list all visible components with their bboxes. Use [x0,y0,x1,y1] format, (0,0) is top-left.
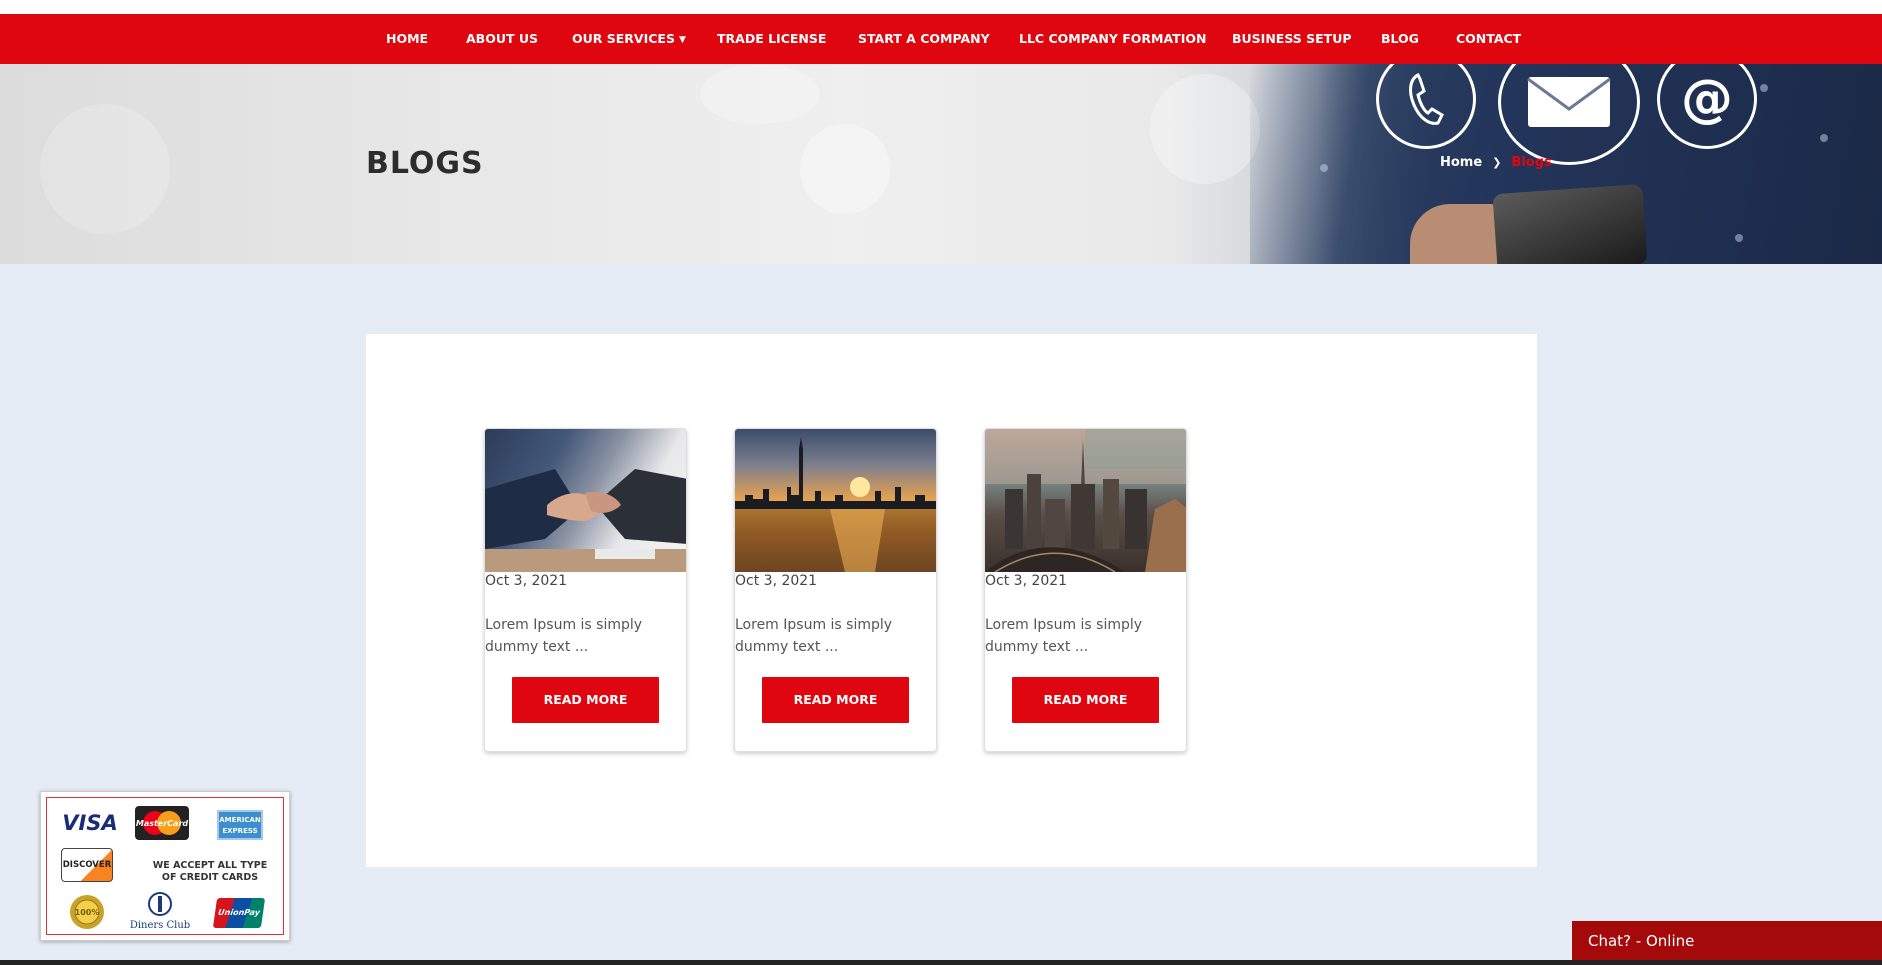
smartphone-image [1492,183,1648,264]
blog-card-date: Oct 3, 2021 [735,573,818,589]
svg-text:100%: 100% [75,908,100,917]
mastercard-logo: MasterCard [135,806,189,840]
american-express-logo-text: AMERICAN EXPRESS [219,816,261,835]
network-dot [1820,134,1828,142]
chevron-right-icon: ❯ [1492,156,1502,169]
network-dot [1760,84,1768,92]
bokeh-light [1150,74,1260,184]
blog-card-date: Oct 3, 2021 [985,573,1068,589]
page-title: BLOGS [366,146,484,181]
read-more-button[interactable]: READ MORE [1012,677,1159,723]
top-strip [0,0,1882,14]
blog-card-excerpt: Lorem Ipsum is simply dummy text ... [985,617,1143,655]
blog-card-image[interactable] [985,429,1186,572]
unionpay-logo-text: UnionPay [217,908,261,917]
main-navigation: HOME ABOUT US OUR SERVICES ▼ TRADE LICENS… [0,14,1882,64]
nav-item-our-services[interactable]: OUR SERVICES ▼ [572,14,686,64]
network-dot [1735,234,1743,242]
read-more-button[interactable]: READ MORE [512,677,659,723]
payment-badge-border: VISA MasterCard AMERICAN EXPRESS DISCOVE… [46,797,284,935]
nav-item-home[interactable]: HOME [386,14,428,64]
page-banner: @ BLOGS Home ❯ Blogs [0,64,1882,264]
nav-item-blog[interactable]: BLOG [1381,14,1419,64]
nav-item-start-a-company[interactable]: START A COMPANY [858,14,990,64]
diners-club-logo-text: Diners Club [129,920,191,931]
diners-club-logo: Diners Club [125,892,195,932]
blog-card-date: Oct 3, 2021 [485,573,568,589]
blog-card-excerpt: Lorem Ipsum is simply dummy text ... [485,617,643,655]
payment-methods-badge: VISA MasterCard AMERICAN EXPRESS DISCOVE… [40,791,290,941]
american-express-logo: AMERICAN EXPRESS [217,810,263,840]
discover-logo: DISCOVER [61,848,113,882]
nav-item-llc-company-formation[interactable]: LLC COMPANY FORMATION [1019,14,1206,64]
blog-card: Oct 3, 2021 Lorem Ipsum is simply dummy … [984,428,1187,752]
read-more-button[interactable]: READ MORE [762,677,909,723]
guarantee-seal-icon: 100% [69,894,105,930]
nav-item-our-services-label: OUR SERVICES [572,31,675,46]
nav-item-business-setup[interactable]: BUSINESS SETUP [1232,14,1352,64]
bottom-bar [0,960,1882,965]
nav-item-trade-license[interactable]: TRADE LICENSE [717,14,826,64]
blog-card: Oct 3, 2021 Lorem Ipsum is simply dummy … [734,428,937,752]
bokeh-light [40,104,170,234]
breadcrumb: Home ❯ Blogs [1440,155,1552,170]
unionpay-logo: UnionPay [212,898,266,928]
breadcrumb-home-link[interactable]: Home [1440,155,1482,170]
blog-card-image[interactable] [735,429,936,572]
network-dot [1320,164,1328,172]
caret-down-icon: ▼ [678,35,686,45]
visa-logo: VISA [62,811,118,835]
blog-card-image[interactable] [485,429,686,572]
live-chat-button[interactable]: Chat? - Online [1572,921,1882,965]
nav-item-about-us[interactable]: ABOUT US [466,14,538,64]
nav-item-contact[interactable]: CONTACT [1456,14,1521,64]
bokeh-light [800,124,890,214]
discover-logo-text: DISCOVER [62,860,112,870]
accept-credit-cards-text: WE ACCEPT ALL TYPE OF CREDIT CARDS [152,860,268,883]
blog-card: Oct 3, 2021 Lorem Ipsum is simply dummy … [484,428,687,752]
bokeh-light [700,64,820,124]
blog-card-excerpt: Lorem Ipsum is simply dummy text ... [735,617,893,655]
mastercard-logo-text: MasterCard [136,819,189,828]
breadcrumb-current: Blogs [1511,155,1552,170]
